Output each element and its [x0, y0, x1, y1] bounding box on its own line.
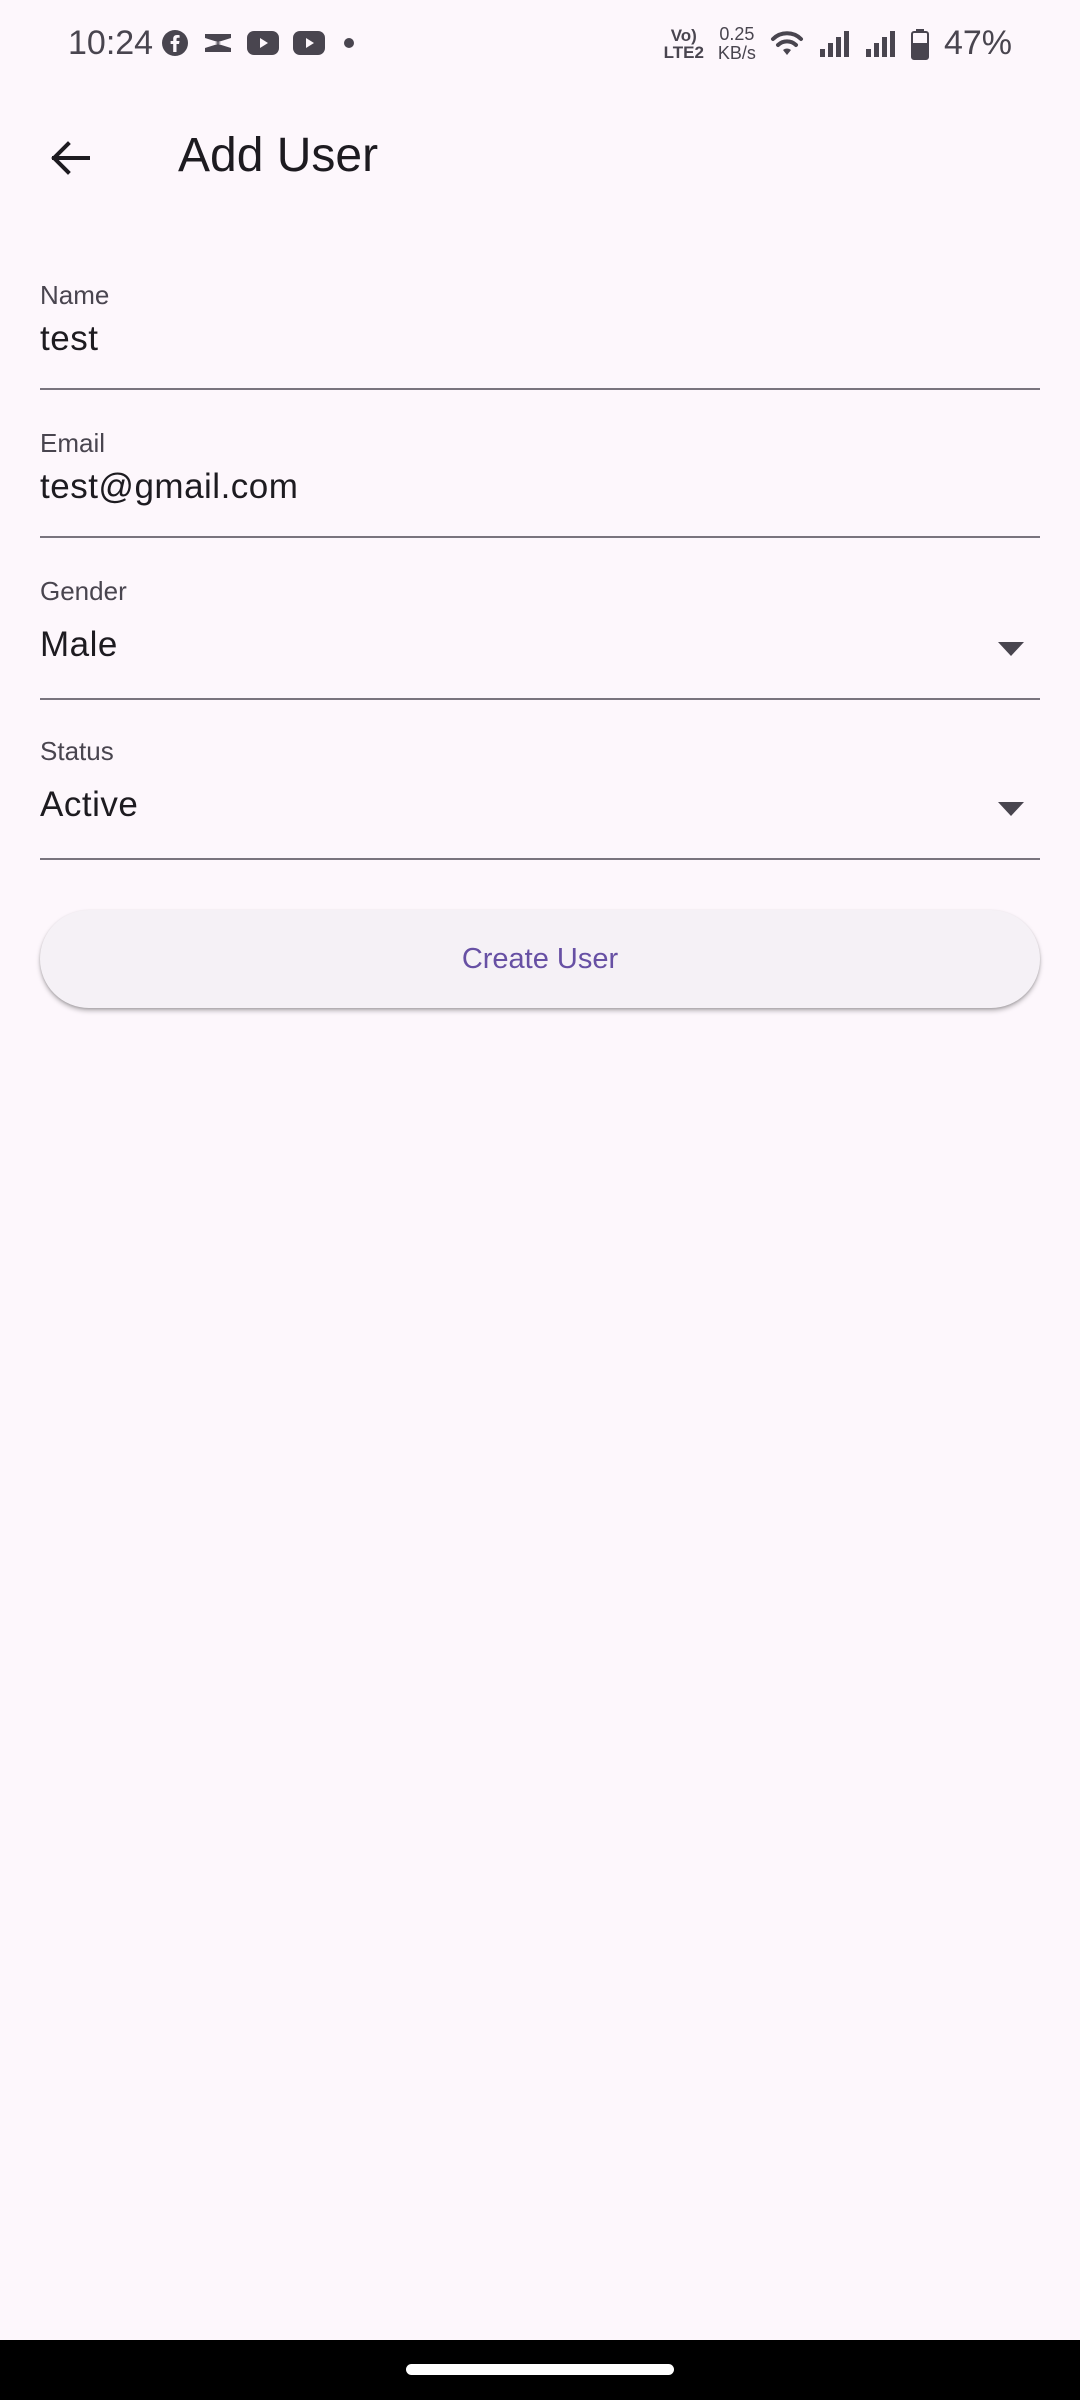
youtube-icon [247, 31, 279, 55]
status-select[interactable]: Status Active [40, 736, 1040, 860]
name-input[interactable]: test [40, 319, 1040, 369]
email-field[interactable]: Email test@gmail.com [40, 428, 1040, 538]
gender-select[interactable]: Gender Male [40, 576, 1040, 700]
status-label: Status [40, 736, 114, 766]
back-button[interactable] [38, 126, 102, 190]
home-indicator[interactable] [406, 2364, 674, 2375]
notification-icons [160, 28, 360, 58]
dot-icon [344, 38, 354, 48]
network-speed-value: 0.25 [719, 23, 755, 44]
network-speed-unit: KB/s [717, 42, 756, 63]
name-field[interactable]: Name test [40, 280, 1040, 390]
signal-icon [819, 30, 849, 57]
battery-percent: 47% [943, 24, 1012, 62]
navigation-bar [0, 2340, 1080, 2400]
wifi-icon [770, 30, 803, 55]
system-indicators: Vo) LTE2 0.25 KB/s 47% [664, 24, 1012, 63]
volte-label-top: Vo) [670, 25, 697, 45]
arrow-back-icon [51, 141, 90, 175]
gender-value[interactable]: Male [40, 625, 1040, 665]
gender-label: Gender [40, 576, 127, 606]
status-time: 10:24 [68, 24, 154, 62]
create-user-button[interactable]: Create User [40, 910, 1040, 1008]
email-input[interactable]: test@gmail.com [40, 467, 1040, 517]
page-title: Add User [178, 129, 379, 182]
dropdown-arrow-icon[interactable] [998, 802, 1024, 816]
signal-icon [865, 30, 895, 57]
add-user-form: Name test Email test@gmail.com Gender Ma… [40, 280, 1040, 860]
email-label: Email [40, 428, 106, 458]
name-label: Name [40, 280, 110, 310]
network-speed: 0.25 KB/s [717, 23, 756, 63]
app-bar: Add User [0, 110, 1080, 206]
volte-label-bottom: LTE2 [663, 42, 704, 62]
capcut-icon [205, 34, 231, 52]
status-value[interactable]: Active [40, 785, 1040, 825]
facebook-icon [162, 30, 188, 56]
status-bar: 10:24 Vo) LTE2 0.25 KB/s 47% [0, 0, 1080, 90]
battery-icon [910, 28, 929, 60]
volte-indicator: Vo) LTE2 [664, 27, 704, 61]
youtube-icon [293, 31, 325, 55]
dropdown-arrow-icon[interactable] [998, 642, 1024, 656]
